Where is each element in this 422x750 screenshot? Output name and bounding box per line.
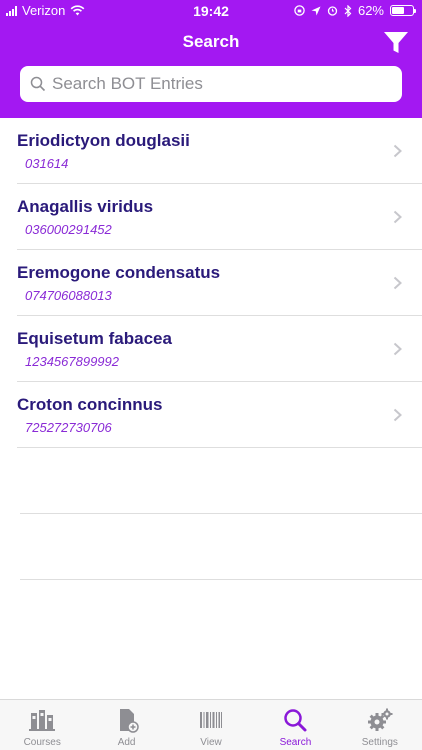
tab-search[interactable]: Search [253, 700, 337, 750]
header: Verizon 19:42 62% Search Search BOT Entr… [0, 0, 422, 118]
entry-name: Eremogone condensatus [17, 263, 221, 282]
list-item[interactable]: Eremogone condensatus 074706088013 [17, 250, 422, 316]
chevron-right-icon [393, 276, 402, 290]
location-icon [311, 6, 321, 15]
chevron-right-icon [393, 408, 402, 422]
status-right: 62% [294, 3, 416, 18]
tab-add[interactable]: Add [84, 700, 168, 750]
entry-code: 036000291452 [25, 222, 112, 237]
empty-row [20, 514, 422, 580]
tab-label: Settings [361, 737, 398, 748]
gear-icon [367, 708, 393, 731]
entry-name: Anagallis viridus [17, 197, 154, 216]
entry-name: Croton concinnus [17, 395, 163, 414]
tab-bar: Courses Add View Search Settings [0, 699, 422, 750]
filter-icon[interactable] [382, 30, 410, 56]
bluetooth-icon [344, 4, 352, 17]
chevron-right-icon [393, 210, 402, 224]
alarm-icon [327, 6, 338, 16]
search-bar[interactable] [20, 66, 402, 102]
chevron-right-icon [393, 144, 402, 158]
lock-rotation-icon [294, 5, 305, 16]
search-icon [30, 76, 46, 92]
barcode-icon [200, 712, 223, 728]
search-icon [284, 709, 307, 732]
tab-label: Courses [23, 737, 61, 748]
list-item[interactable]: Anagallis viridus 036000291452 [17, 184, 422, 250]
tab-courses[interactable]: Courses [0, 700, 84, 750]
battery-percent: 62% [357, 3, 384, 18]
entry-name: Equisetum fabacea [17, 329, 172, 348]
tab-label: Add [117, 737, 136, 748]
battery-icon [390, 5, 416, 16]
search-input[interactable] [52, 66, 402, 102]
list-item[interactable]: Croton concinnus 725272730706 [17, 382, 422, 448]
tab-view[interactable]: View [169, 700, 253, 750]
status-bar: Verizon 19:42 62% [0, 0, 422, 22]
list-item[interactable]: Equisetum fabacea 1234567899992 [17, 316, 422, 382]
entries-list: Eriodictyon douglasii 031614 Anagallis v… [0, 118, 422, 580]
add-icon [119, 709, 139, 733]
courses-icon [29, 710, 56, 731]
tab-label: View [200, 737, 222, 748]
entry-name: Eriodictyon douglasii [17, 131, 190, 150]
entry-code: 031614 [25, 156, 69, 171]
entry-code: 725272730706 [25, 420, 112, 435]
chevron-right-icon [393, 342, 402, 356]
page-title: Search [182, 32, 240, 51]
tab-label: Search [279, 737, 312, 748]
entry-code: 1234567899992 [25, 354, 119, 369]
empty-row [20, 448, 422, 514]
list-item[interactable]: Eriodictyon douglasii 031614 [17, 118, 422, 184]
entry-code: 074706088013 [25, 288, 112, 303]
tab-settings[interactable]: Settings [338, 700, 422, 750]
